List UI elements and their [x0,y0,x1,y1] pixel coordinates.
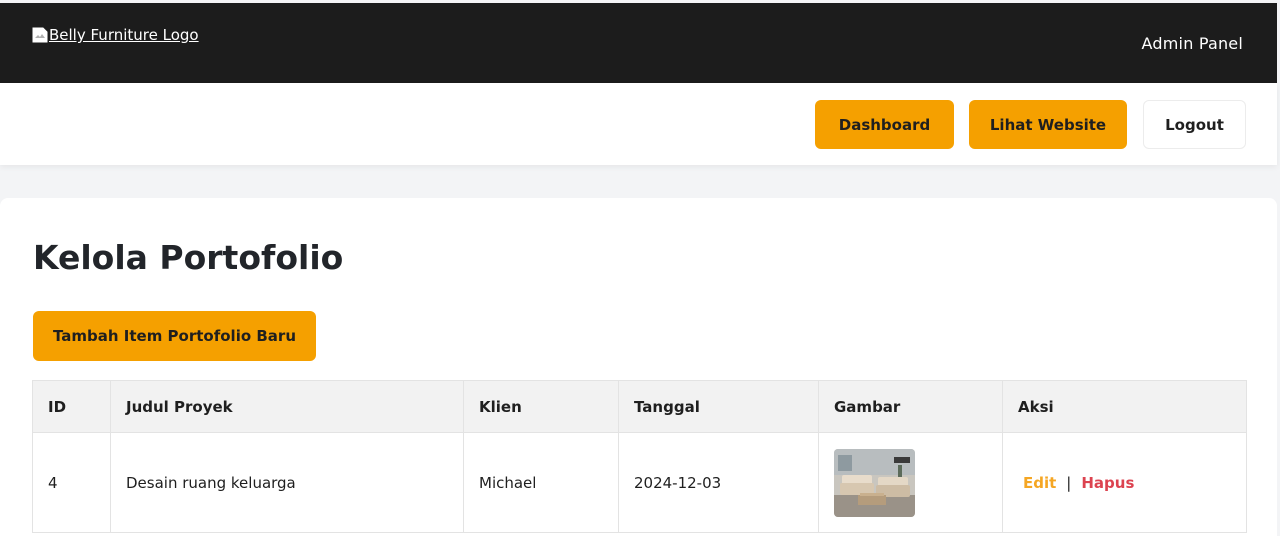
main-content: Kelola Portofolio Tambah Item Portofolio… [0,198,1277,536]
row-actions: Edit | Hapus [1018,474,1231,492]
logout-button[interactable]: Logout [1143,100,1246,149]
admin-navbar: Dashboard Lihat Website Logout [0,83,1277,165]
table-header-row: ID Judul Proyek Klien Tanggal Gambar Aks… [32,380,1247,433]
cell-image [818,432,1003,533]
broken-image-icon [32,27,48,43]
column-header-date: Tanggal [618,380,819,433]
dashboard-button[interactable]: Dashboard [815,100,954,149]
action-separator: | [1066,473,1072,492]
living-room-thumbnail [834,448,915,517]
logo-link[interactable]: Belly Furniture Logo [32,26,199,44]
logo-alt-text: Belly Furniture Logo [49,26,199,44]
column-header-title: Judul Proyek [110,380,464,433]
add-portfolio-button[interactable]: Tambah Item Portofolio Baru [33,311,316,361]
top-header: Belly Furniture Logo Admin Panel [0,3,1277,83]
column-header-id: ID [32,380,111,433]
portfolio-table: ID Judul Proyek Klien Tanggal Gambar Aks… [32,380,1247,533]
table-row: 4 Desain ruang keluarga Michael 2024-12-… [32,432,1247,533]
column-header-image: Gambar [818,380,1003,433]
edit-link[interactable]: Edit [1023,474,1056,492]
cell-id: 4 [32,432,111,533]
cell-client: Michael [463,432,619,533]
column-header-client: Klien [463,380,619,433]
page-title: Kelola Portofolio [33,238,344,277]
page: Belly Furniture Logo Admin Panel Dashboa… [0,0,1280,536]
delete-link[interactable]: Hapus [1081,474,1134,492]
cell-date: 2024-12-03 [618,432,819,533]
column-header-actions: Aksi [1002,380,1247,433]
view-website-button[interactable]: Lihat Website [969,100,1127,149]
admin-panel-title: Admin Panel [1141,34,1243,53]
cell-actions: Edit | Hapus [1002,432,1247,533]
cell-title: Desain ruang keluarga [110,432,464,533]
